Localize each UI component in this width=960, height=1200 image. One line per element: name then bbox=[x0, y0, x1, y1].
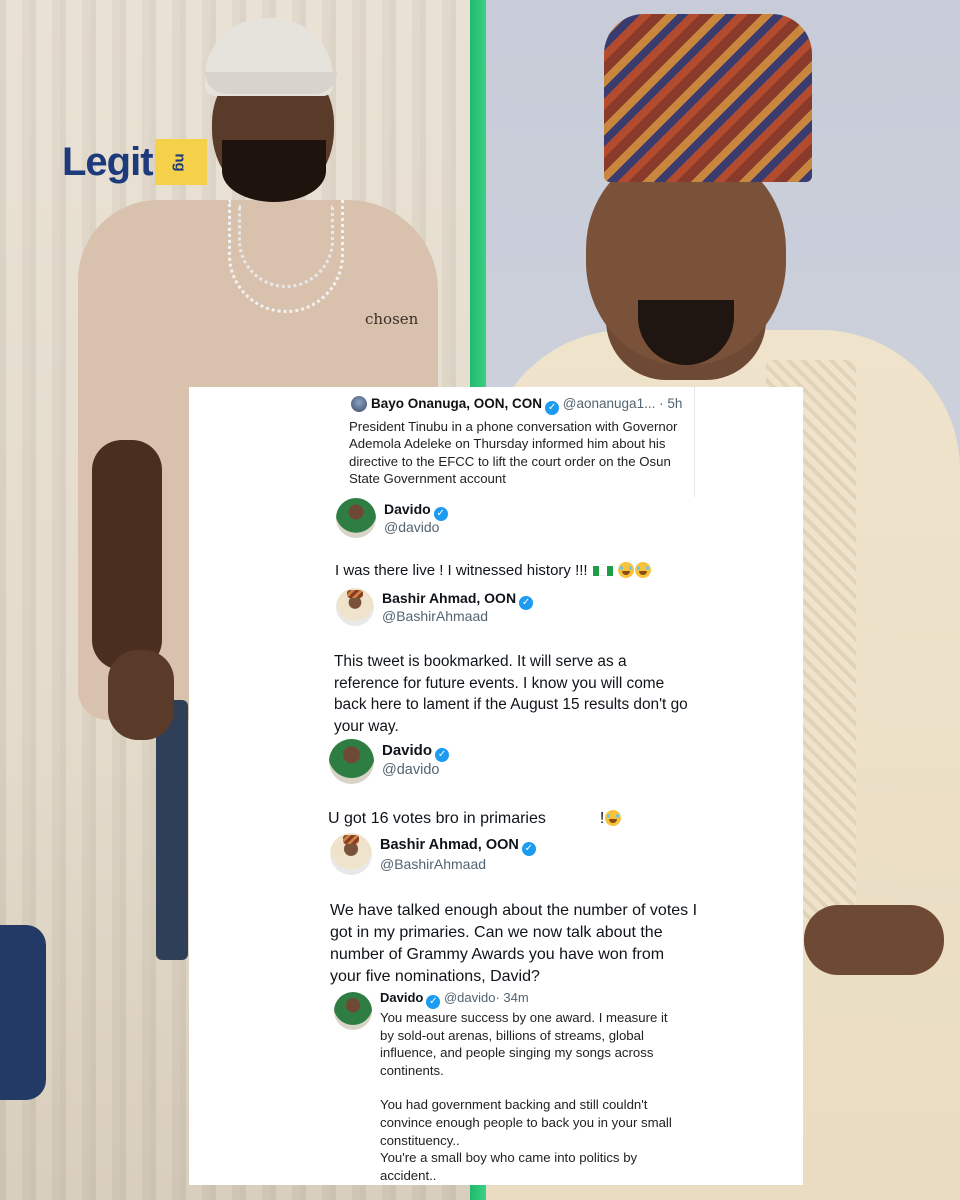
reply-paragraph: You measure success by one award. I meas… bbox=[380, 1010, 668, 1078]
author-handle: @BashirAhmaad bbox=[382, 608, 489, 624]
legit-logo: Legit ng bbox=[62, 137, 207, 187]
tweet-time: · 5h bbox=[659, 396, 683, 411]
author-handle: @davido bbox=[443, 990, 496, 1005]
hand bbox=[108, 650, 174, 740]
chair bbox=[0, 925, 46, 1100]
avatar bbox=[329, 739, 374, 784]
author-handle: @davido bbox=[382, 762, 440, 778]
patterned-cap bbox=[604, 14, 812, 182]
author-handle: @BashirAhmaad bbox=[380, 856, 487, 872]
author-name: Bashir Ahmad, OON bbox=[380, 837, 519, 853]
verified-icon: ✓ bbox=[519, 596, 534, 610]
exclamation-mark: ! bbox=[599, 810, 605, 827]
author-name-row: Bashir Ahmad, OON ✓ bbox=[380, 837, 536, 856]
quoted-tweet-header: Bayo Onanuga, OON, CON ✓ @aonanuga1... · … bbox=[371, 396, 682, 415]
tweet-text: I was there live ! I witnessed history !… bbox=[335, 562, 588, 579]
tweet-time: · 34m bbox=[495, 990, 529, 1005]
laughing-emoji-icon bbox=[605, 810, 622, 826]
reply-paragraph: You had government backing and still cou… bbox=[380, 1097, 672, 1148]
avatar bbox=[336, 498, 376, 538]
avatar bbox=[351, 396, 367, 412]
avatar bbox=[330, 833, 372, 875]
author-name: Davido bbox=[384, 501, 431, 517]
cap-brim bbox=[205, 72, 337, 94]
quoted-tweet-text: President Tinubu in a phone conversation… bbox=[349, 419, 678, 487]
verified-icon: ✓ bbox=[545, 401, 560, 415]
tattooed-arm bbox=[92, 440, 162, 670]
laughing-emoji-icon bbox=[634, 562, 651, 578]
avatar bbox=[334, 992, 372, 1030]
author-name: Bashir Ahmad, OON bbox=[382, 590, 517, 606]
verified-icon: ✓ bbox=[521, 842, 536, 856]
nigeria-flag-icon bbox=[592, 566, 599, 576]
quote-border bbox=[694, 387, 695, 497]
verified-icon: ✓ bbox=[435, 748, 450, 762]
tweet-text-row: U got 16 votes bro in primaries! bbox=[328, 810, 622, 828]
tweet-thread-card: Bayo Onanuga, OON, CON ✓ @aonanuga1... · … bbox=[189, 387, 803, 1185]
tweet-text-row: I was there live ! I witnessed history !… bbox=[335, 562, 651, 579]
nigeria-flag-icon bbox=[599, 564, 606, 576]
shirt-print: chosen bbox=[365, 310, 419, 328]
author-name-row: Davido ✓ bbox=[382, 742, 450, 762]
reply-header: Davido ✓ @davido· 34m bbox=[380, 990, 529, 1009]
reply-text: You measure success by one award. I meas… bbox=[380, 1009, 680, 1185]
author-name: Bayo Onanuga, OON, CON bbox=[371, 396, 543, 411]
tweet-text: We have talked enough about the number o… bbox=[330, 902, 698, 985]
beard bbox=[222, 140, 326, 202]
tweet-text: U got 16 votes bro in primaries bbox=[328, 810, 546, 827]
author-name-row: Bashir Ahmad, OON ✓ bbox=[382, 590, 534, 610]
logo-badge: ng bbox=[154, 139, 207, 185]
author-name: Davido bbox=[380, 990, 424, 1005]
logo-suffix: ng bbox=[172, 152, 190, 172]
jeans bbox=[156, 700, 188, 960]
logo-text: Legit bbox=[62, 139, 154, 184]
laughing-emoji-icon bbox=[617, 562, 634, 578]
avatar bbox=[336, 588, 374, 626]
tweet-text: This tweet is bookmarked. It will serve … bbox=[334, 653, 688, 735]
nigeria-flag-icon bbox=[606, 566, 613, 576]
hand bbox=[804, 905, 944, 975]
author-name-row: Davido ✓ bbox=[384, 501, 448, 521]
author-handle: @aonanuga1... bbox=[562, 396, 656, 411]
reply-paragraph: You're a small boy who came into politic… bbox=[380, 1150, 638, 1183]
author-name: Davido bbox=[382, 742, 433, 759]
verified-icon: ✓ bbox=[426, 995, 441, 1009]
author-handle: @davido bbox=[384, 519, 440, 535]
